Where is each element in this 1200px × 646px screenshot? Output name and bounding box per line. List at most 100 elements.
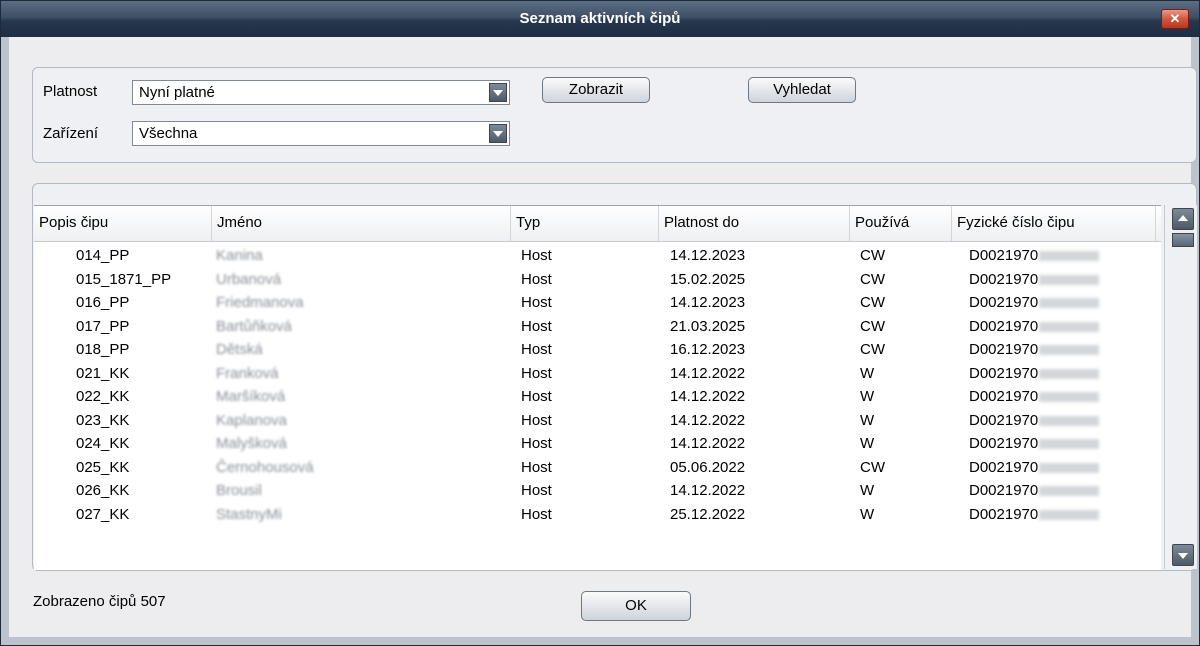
cell-popis: 014_PP: [76, 244, 129, 268]
table-row[interactable]: 025_KK Černohousová Host 05.06.2022 CW D00219…: [34, 456, 1161, 480]
chevron-down-icon[interactable]: [489, 124, 507, 143]
cell-typ: Host: [521, 362, 552, 386]
column-header-pouziva[interactable]: Používá: [850, 206, 952, 241]
scroll-down-icon[interactable]: [1172, 544, 1194, 566]
cell-platnost-text: 14.12.2023: [670, 294, 746, 311]
cell-jmeno: Černohousová: [216, 456, 314, 480]
table-row[interactable]: 023_KK Kaplanova Host 14.12.2022 W D0021970: [34, 409, 1161, 433]
cell-typ-text: Host: [521, 270, 552, 288]
cell-pouziva: W: [860, 432, 874, 456]
cell-platnost-text: 14.12.2023: [670, 247, 746, 264]
table-row[interactable]: 027_KK StastnyMi Host 25.12.2022 W D0021970: [34, 503, 1161, 527]
cell-pouziva-text: CW: [860, 247, 885, 264]
redacted-suffix: [1039, 345, 1100, 356]
cell-typ-text: Host: [521, 411, 552, 429]
cell-typ: Host: [521, 291, 552, 315]
cell-fyz-text: D0021970: [969, 388, 1039, 405]
table-row[interactable]: 016_PP Friedmanova Host 14.12.2023 CW D002197…: [34, 291, 1161, 315]
dialog-window: Seznam aktivních čipů ✕ Platnost Nyní pl…: [0, 0, 1200, 646]
show-button[interactable]: Zobrazit: [542, 77, 650, 103]
redacted-suffix: [1039, 462, 1100, 473]
table-row[interactable]: 024_KK Malyšková Host 14.12.2022 W D0021970: [34, 432, 1161, 456]
table-row[interactable]: 017_PP Bartůňková Host 21.03.2025 CW D0021970: [34, 315, 1161, 339]
table-row[interactable]: 015_1871_PP Urbanová Host 15.02.2025 CW D0021…: [34, 268, 1161, 292]
cell-platnost-text: 15.02.2025: [670, 270, 746, 288]
cell-popis-text: 027_KK: [76, 505, 130, 523]
cell-popis: 021_KK: [76, 362, 129, 386]
cell-typ-text: Host: [521, 341, 552, 358]
cell-platnost-text: 05.06.2022: [670, 458, 746, 476]
vertical-scrollbar[interactable]: [1164, 205, 1197, 569]
cell-popis: 024_KK: [76, 432, 129, 456]
cell-jmeno-text: Maršíková: [216, 388, 286, 405]
table-row[interactable]: 014_PP Kanina Host 14.12.2023 CW D0021970: [34, 244, 1161, 268]
table-row[interactable]: 022_KK Maršíková Host 14.12.2022 W D0021970: [34, 385, 1161, 409]
cell-pouziva-text: W: [860, 435, 875, 452]
cell-fyz-text: D0021970: [969, 482, 1039, 499]
cell-popis: 025_KK: [76, 456, 129, 480]
column-header-fyzicke-cislo[interactable]: Fyzické číslo čipu: [952, 206, 1156, 241]
cell-popis-text: 022_KK: [76, 388, 130, 405]
cell-platnost-text: 14.12.2022: [670, 482, 746, 499]
zarizeni-label: Zařízení: [43, 125, 99, 142]
cell-jmeno: Kanina: [216, 244, 263, 268]
cell-platnost: 14.12.2022: [670, 362, 745, 386]
cell-pouziva: CW: [860, 268, 885, 292]
column-header-jmeno[interactable]: Jméno: [212, 206, 511, 241]
cell-typ: Host: [521, 244, 552, 268]
scroll-thumb[interactable]: [1172, 233, 1194, 247]
cell-typ: Host: [521, 385, 552, 409]
cell-fyz-text: D0021970: [969, 341, 1039, 358]
cell-jmeno: StastnyMi: [216, 503, 282, 527]
scroll-up-icon[interactable]: [1172, 208, 1194, 230]
cell-fyz-text: D0021970: [969, 247, 1039, 264]
search-button[interactable]: Vyhledat: [748, 77, 856, 103]
table-row[interactable]: 018_PP Dětská Host 16.12.2023 CW D0021970: [34, 338, 1161, 362]
status-count: Zobrazeno čipů 507: [33, 593, 166, 610]
cell-popis-text: 016_PP: [76, 294, 130, 311]
column-header-typ[interactable]: Typ: [511, 206, 659, 241]
chevron-down-icon[interactable]: [489, 83, 507, 102]
cell-typ: Host: [521, 456, 552, 480]
close-button[interactable]: ✕: [1161, 9, 1189, 29]
title-bar[interactable]: Seznam aktivních čipů ✕: [1, 1, 1199, 37]
cell-fyz-text: D0021970: [969, 270, 1039, 288]
cell-pouziva-text: CW: [860, 341, 885, 358]
cell-platnost: 16.12.2023: [670, 338, 745, 362]
cell-pouziva: W: [860, 385, 874, 409]
zarizeni-value: Všechna: [139, 125, 198, 142]
cell-typ: Host: [521, 432, 552, 456]
column-header-popis[interactable]: Popis čipu: [34, 206, 212, 241]
cell-platnost: 14.12.2022: [670, 432, 745, 456]
cell-jmeno: Bartůňková: [216, 315, 292, 339]
cell-popis-text: 021_KK: [76, 364, 130, 382]
zarizeni-combo[interactable]: Všechna: [132, 121, 510, 146]
cell-popis: 022_KK: [76, 385, 129, 409]
cell-pouziva: W: [860, 362, 874, 386]
cell-pouziva-text: CW: [860, 270, 885, 288]
cell-pouziva-text: CW: [860, 317, 885, 335]
platnost-combo[interactable]: Nyní platné: [132, 80, 510, 105]
ok-button[interactable]: OK: [581, 591, 691, 621]
table-row[interactable]: 026_KK Brousil Host 14.12.2022 W D0021970: [34, 479, 1161, 503]
column-header-platnost[interactable]: Platnost do: [659, 206, 850, 241]
cell-fyz: D0021970: [969, 338, 1100, 362]
cell-typ: Host: [521, 268, 552, 292]
cell-typ: Host: [521, 409, 552, 433]
cell-typ-text: Host: [521, 247, 552, 264]
cell-popis-text: 018_PP: [76, 341, 130, 358]
cell-popis: 027_KK: [76, 503, 129, 527]
cell-platnost-text: 14.12.2022: [670, 411, 746, 429]
cell-pouziva-text: W: [860, 411, 875, 429]
cell-fyz-text: D0021970: [969, 505, 1039, 523]
table-row[interactable]: 021_KK Franková Host 14.12.2022 W D0021970: [34, 362, 1161, 386]
cell-pouziva: W: [860, 503, 874, 527]
cell-jmeno-text: Urbanová: [216, 270, 282, 288]
cell-pouziva-text: CW: [860, 294, 885, 311]
cell-platnost: 21.03.2025: [670, 315, 745, 339]
cell-pouziva-text: W: [860, 482, 875, 499]
table-body: 014_PP Kanina Host 14.12.2023 CW D0021970 015_…: [34, 244, 1161, 526]
platnost-value: Nyní platné: [139, 84, 215, 101]
redacted-suffix: [1039, 509, 1100, 520]
cell-platnost-text: 21.03.2025: [670, 317, 746, 335]
